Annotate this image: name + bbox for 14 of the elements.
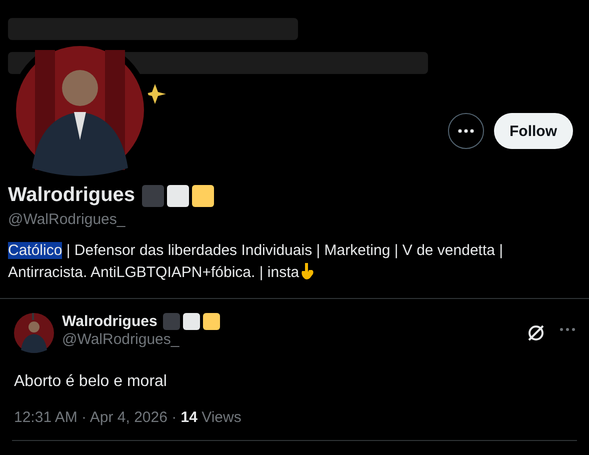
slashed-circle-icon[interactable] bbox=[526, 323, 546, 343]
display-name: Walrodrigues bbox=[62, 313, 158, 330]
post-meta: 12:31 AM · Apr 4, 2026 · 14 Views bbox=[14, 409, 242, 426]
more-icon[interactable] bbox=[560, 328, 575, 330]
display-name: Walrodrigues bbox=[8, 184, 136, 207]
username: @WalRodrigues_ bbox=[62, 331, 180, 348]
follow-button[interactable]: Follow bbox=[494, 113, 573, 149]
more-button[interactable] bbox=[448, 113, 484, 149]
pointing-hand-icon bbox=[299, 262, 316, 280]
username: @WalRodrigues_ bbox=[8, 211, 126, 228]
more-icon bbox=[458, 129, 474, 133]
bio-text: Católico | Defensor das liberdades Individuais | Marketing | V de vendetta | Antirracista. AntiLGBTQIAPN+fóbica. | insta bbox=[8, 241, 504, 283]
avatar[interactable] bbox=[14, 313, 54, 353]
post-text: Aborto é belo e moral bbox=[14, 373, 168, 391]
